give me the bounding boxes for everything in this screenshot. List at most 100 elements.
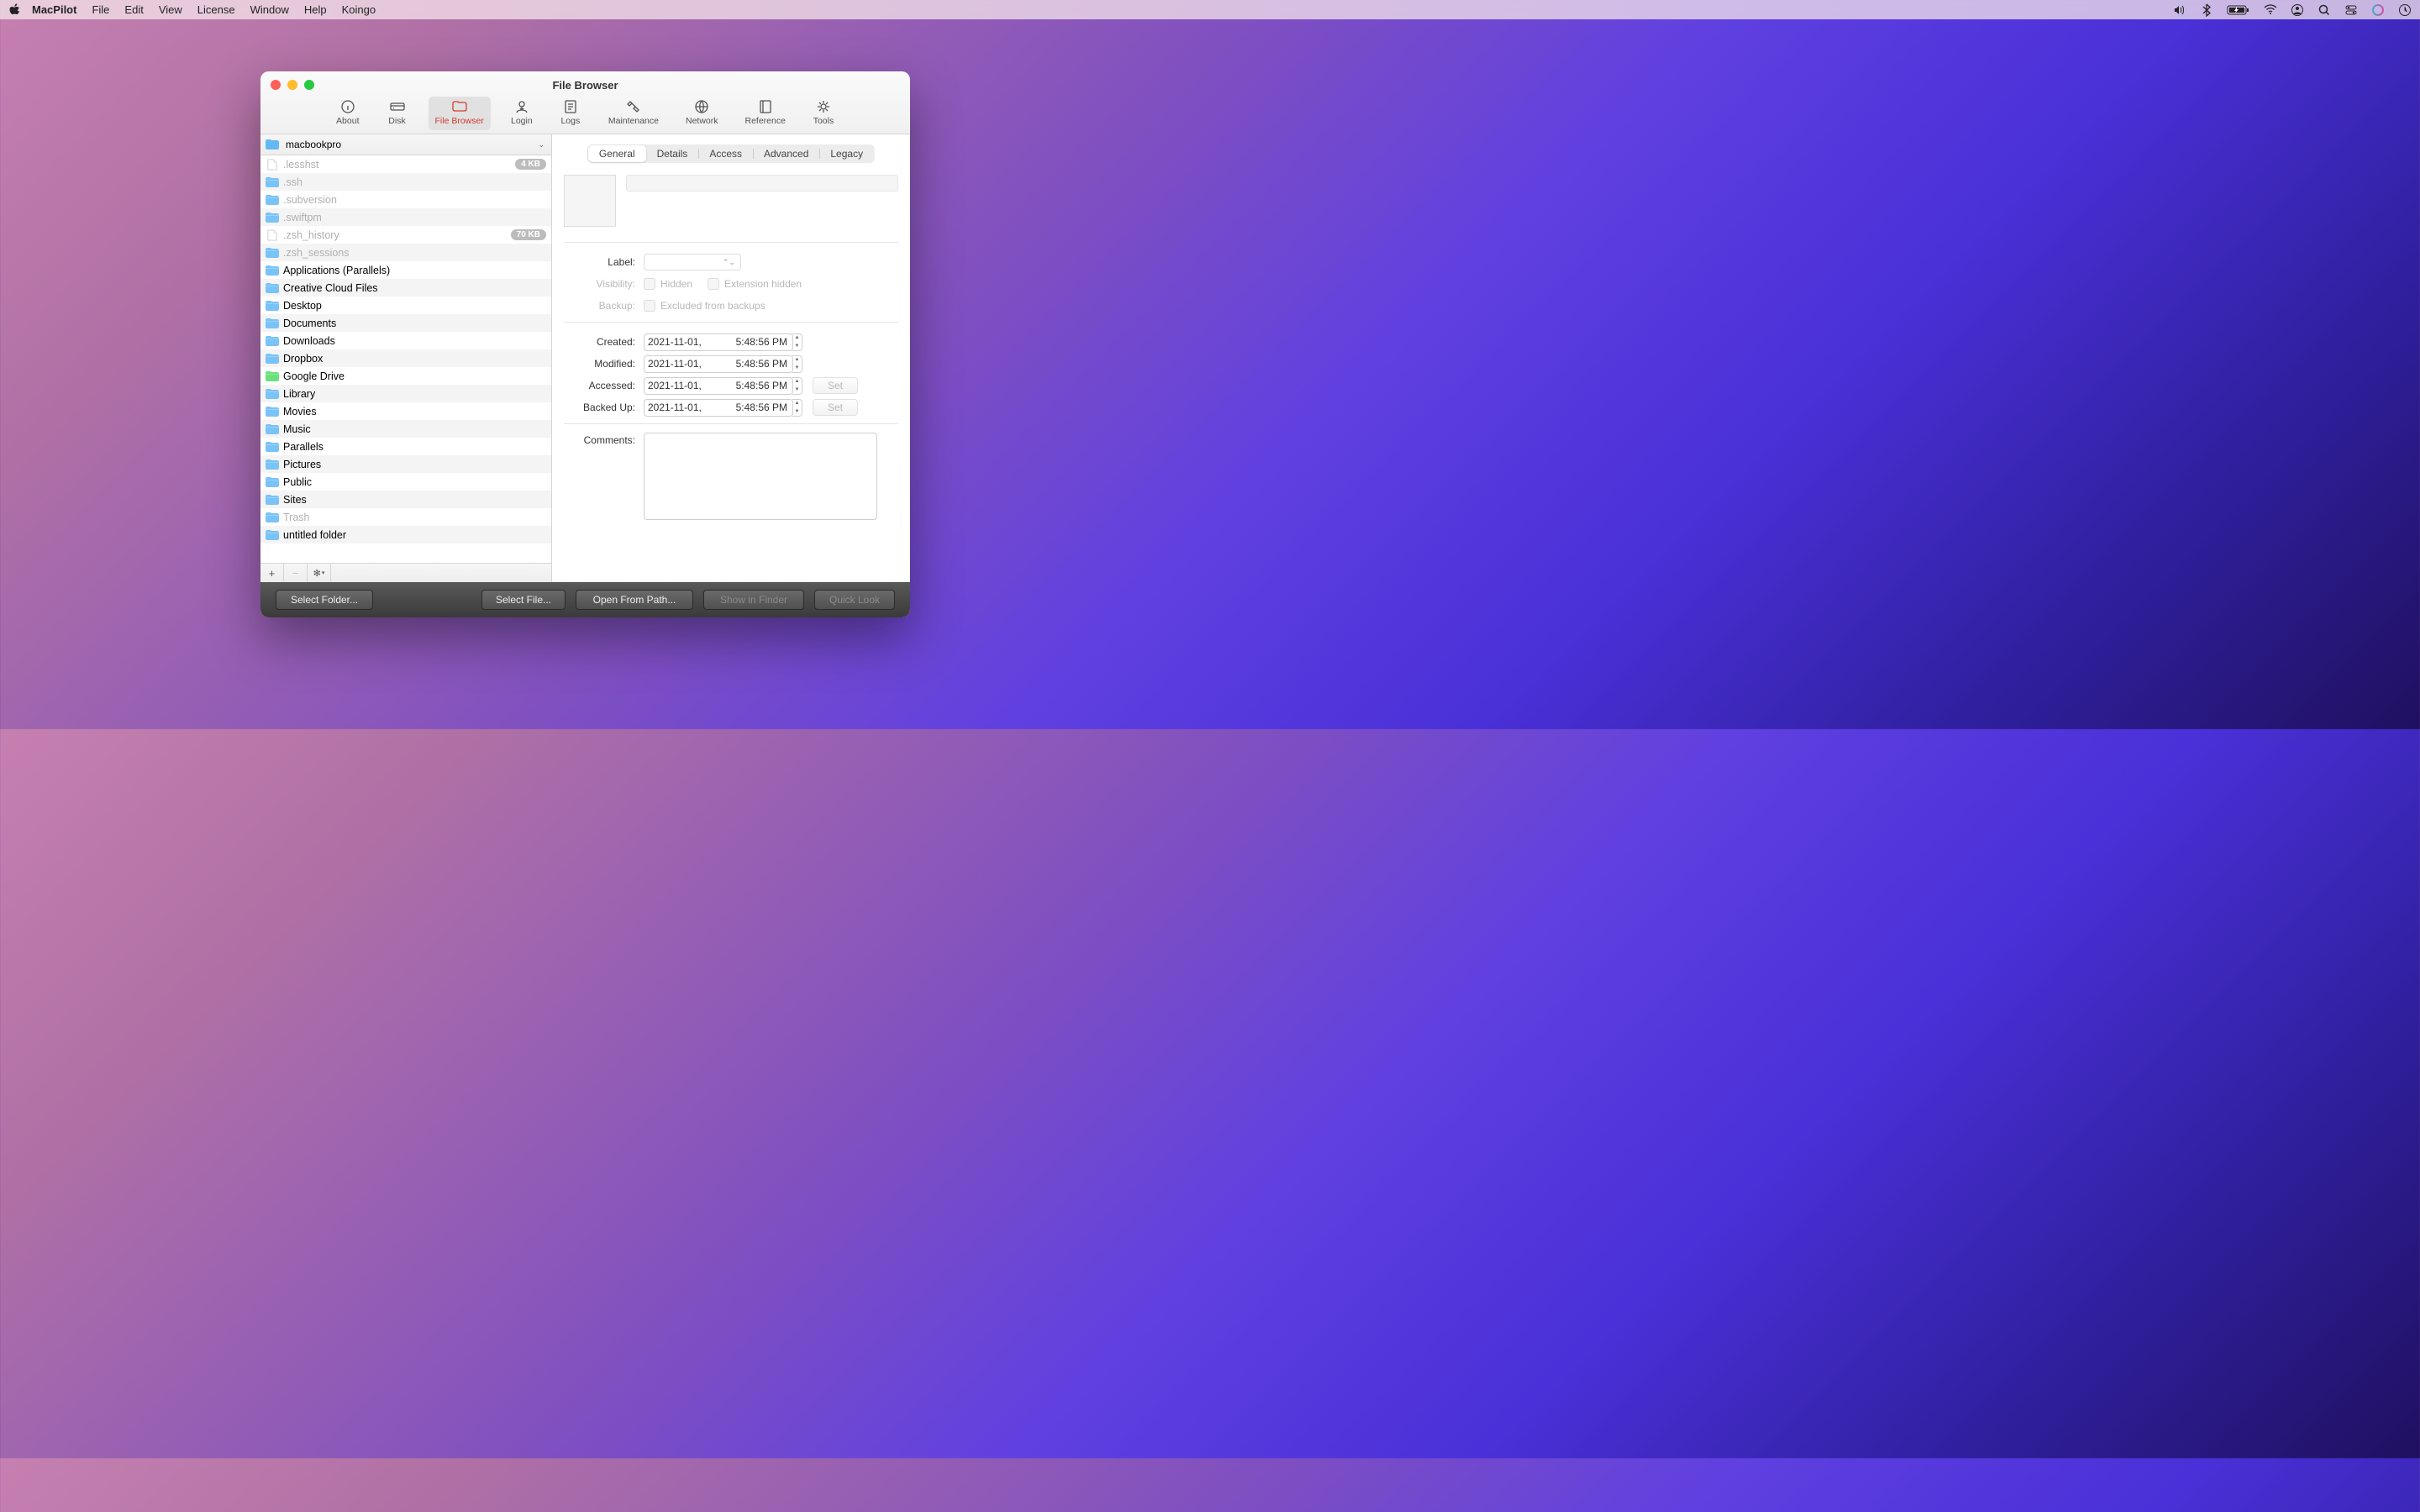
spotlight-icon[interactable] — [2317, 3, 2331, 17]
file-row[interactable]: Parallels — [260, 438, 551, 455]
filename-field[interactable] — [626, 175, 898, 192]
file-name: Public — [283, 476, 546, 488]
accessed-set-button[interactable]: Set — [813, 377, 858, 394]
titlebar: File Browser AboutDiskFile BrowserLoginL… — [260, 71, 910, 134]
volume-icon[interactable] — [2173, 3, 2186, 17]
modified-date-field[interactable]: 2021-11-01,5:48:56 PM — [644, 355, 793, 373]
file-row[interactable]: Downloads — [260, 332, 551, 349]
add-button[interactable]: + — [260, 564, 284, 582]
file-row[interactable]: .zsh_sessions — [260, 244, 551, 261]
battery-icon[interactable] — [2227, 3, 2250, 17]
clock-icon[interactable] — [2398, 3, 2412, 17]
file-row[interactable]: Desktop — [260, 297, 551, 314]
file-row[interactable]: Movies — [260, 402, 551, 420]
file-row[interactable]: Music — [260, 420, 551, 438]
file-row[interactable]: Documents — [260, 314, 551, 332]
folder-icon — [266, 406, 279, 417]
file-row[interactable]: untitled folder — [260, 526, 551, 543]
file-row[interactable]: .lesshst4 KB — [260, 155, 551, 173]
file-row[interactable]: Public — [260, 473, 551, 491]
file-row[interactable]: Dropbox — [260, 349, 551, 367]
menu-license[interactable]: License — [197, 3, 235, 16]
accessed-stepper[interactable]: ▲▼ — [792, 377, 802, 395]
file-row[interactable]: .swiftpm — [260, 208, 551, 226]
bluetooth-icon[interactable] — [2200, 3, 2213, 17]
folder-icon — [266, 212, 279, 223]
menu-help[interactable]: Help — [304, 3, 327, 16]
action-menu-button[interactable]: ✻▾ — [308, 564, 331, 582]
open-from-path-button[interactable]: Open From Path... — [576, 590, 693, 610]
file-row[interactable]: Google Drive — [260, 367, 551, 385]
file-row[interactable]: .ssh — [260, 173, 551, 191]
file-name: Downloads — [283, 335, 546, 347]
backedup-date-field[interactable]: 2021-11-01,5:48:56 PM — [644, 399, 793, 417]
file-row[interactable]: Pictures — [260, 455, 551, 473]
toolbar-label: Logs — [560, 116, 580, 126]
toolbar-label: Reference — [745, 116, 786, 126]
path-selector[interactable]: macbookpro ⌄ — [260, 134, 551, 155]
toolbar-network[interactable]: Network — [679, 97, 725, 130]
accessed-date-field[interactable]: 2021-11-01,5:48:56 PM — [644, 377, 793, 395]
file-name: Google Drive — [283, 370, 546, 382]
comments-field[interactable] — [644, 433, 877, 520]
created-date-field[interactable]: 2021-11-01,5:48:56 PM — [644, 333, 793, 351]
apple-logo-icon[interactable] — [8, 3, 22, 17]
backedup-stepper[interactable]: ▲▼ — [792, 399, 802, 417]
path-selector-label: macbookpro — [286, 139, 341, 150]
tab-legacy[interactable]: Legacy — [819, 145, 874, 162]
tab-general[interactable]: General — [588, 145, 646, 162]
backedup-set-button[interactable]: Set — [813, 399, 858, 416]
toolbar-label: Login — [511, 116, 533, 126]
remove-button[interactable]: − — [284, 564, 308, 582]
file-row[interactable]: Sites — [260, 491, 551, 508]
folder-icon — [266, 529, 279, 541]
created-stepper[interactable]: ▲▼ — [792, 333, 802, 351]
menu-koingo[interactable]: Koingo — [342, 3, 376, 16]
file-size-badge: 4 KB — [515, 159, 546, 170]
toolbar-tools[interactable]: Tools — [806, 97, 841, 130]
wifi-icon[interactable] — [2264, 3, 2277, 17]
file-list[interactable]: .lesshst4 KB.ssh.subversion.swiftpm.zsh_… — [260, 155, 551, 563]
file-name: Creative Cloud Files — [283, 282, 546, 294]
toolbar-about[interactable]: About — [329, 97, 366, 130]
control-center-icon[interactable] — [2344, 3, 2358, 17]
file-name: Music — [283, 423, 546, 435]
menu-window[interactable]: Window — [250, 3, 289, 16]
toolbar-logs[interactable]: Logs — [553, 97, 588, 130]
file-row[interactable]: Library — [260, 385, 551, 402]
app-name[interactable]: MacPilot — [32, 3, 76, 16]
toolbar-file-browser[interactable]: File Browser — [429, 97, 491, 130]
show-in-finder-button[interactable]: Show in Finder — [703, 590, 804, 610]
quick-look-button[interactable]: Quick Look — [814, 590, 895, 610]
file-row[interactable]: .subversion — [260, 191, 551, 208]
user-icon[interactable] — [2291, 3, 2304, 17]
file-name: Documents — [283, 318, 546, 329]
select-file-button[interactable]: Select File... — [481, 590, 566, 610]
extension-hidden-checkbox[interactable] — [708, 278, 719, 290]
select-folder-button[interactable]: Select Folder... — [276, 590, 373, 610]
menu-edit[interactable]: Edit — [124, 3, 143, 16]
hidden-checkbox[interactable] — [644, 278, 655, 290]
siri-icon[interactable] — [2371, 3, 2385, 17]
modified-stepper[interactable]: ▲▼ — [792, 355, 802, 373]
menu-view[interactable]: View — [159, 3, 182, 16]
folder-icon — [266, 335, 279, 347]
menu-file[interactable]: File — [92, 3, 109, 16]
file-row[interactable]: Trash — [260, 508, 551, 526]
file-row[interactable]: Applications (Parallels) — [260, 261, 551, 279]
toolbar-login[interactable]: Login — [504, 97, 539, 130]
excluded-checkbox[interactable] — [644, 300, 655, 312]
disk-icon — [388, 99, 407, 114]
file-name: .subversion — [283, 194, 546, 206]
tab-details[interactable]: Details — [646, 145, 699, 162]
label-select[interactable]: ⌃⌄ — [644, 254, 741, 270]
toolbar-label: File Browser — [435, 116, 484, 126]
toolbar-disk[interactable]: Disk — [380, 97, 415, 130]
folder-icon — [266, 247, 279, 259]
toolbar-maintenance[interactable]: Maintenance — [602, 97, 666, 130]
tab-access[interactable]: Access — [698, 145, 753, 162]
tab-advanced[interactable]: Advanced — [753, 145, 819, 162]
toolbar-reference[interactable]: Reference — [739, 97, 792, 130]
file-row[interactable]: .zsh_history70 KB — [260, 226, 551, 244]
file-row[interactable]: Creative Cloud Files — [260, 279, 551, 297]
